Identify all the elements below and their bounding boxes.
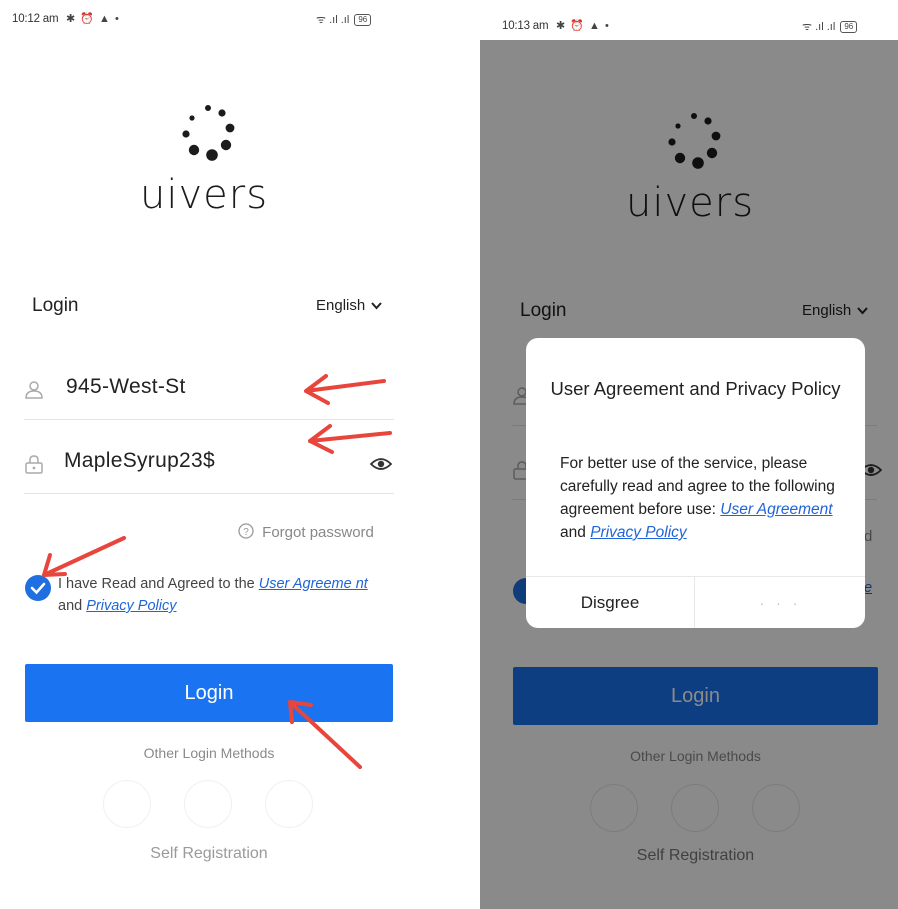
battery-icon: 96 (354, 14, 372, 27)
lock-icon (25, 455, 43, 474)
user-icon (25, 381, 43, 399)
logo-text: uivers (140, 172, 269, 218)
language-selector[interactable]: English (316, 297, 383, 314)
status-icons: ✱ ⏰ ▲ • (556, 20, 610, 32)
user-agreement-link[interactable]: User Agreeme nt (259, 576, 368, 592)
username-input[interactable]: 945-West-St (66, 375, 186, 399)
self-registration-link[interactable]: Self Registration (25, 845, 393, 863)
login-method-button[interactable] (103, 780, 151, 828)
status-bar: 10:12 am ✱ ⏰ ▲ • ᯤ .ıl .ıl 96 (0, 0, 430, 40)
login-method-button[interactable] (184, 780, 232, 828)
language-label: English (316, 297, 366, 314)
agree-checkbox[interactable] (25, 575, 51, 601)
signal-icons: ᯤ .ıl .ıl 96 (316, 12, 372, 27)
checkmark-icon (30, 582, 46, 595)
status-time: 10:12 am (12, 13, 59, 25)
dialog-privacy-policy-link[interactable]: Privacy Policy (590, 524, 686, 541)
status-icons: ✱ ⏰ ▲ • (66, 13, 120, 25)
agree-button[interactable]: · · · (696, 577, 865, 628)
dialog-and: and (560, 524, 586, 541)
agreement-and: and (58, 598, 83, 614)
signal-icon: ᯤ .ıl .ıl (316, 14, 350, 26)
login-screen-before: 10:12 am ✱ ⏰ ▲ • ᯤ .ıl .ıl 96 uivers Log… (0, 0, 430, 909)
help-circle-icon: ? (238, 523, 254, 539)
status-time: 10:13 am (502, 20, 549, 32)
password-input[interactable]: MapleSyrup23$ (64, 449, 215, 473)
arrow-to-checkbox (42, 536, 126, 577)
univers-logo: uivers (140, 100, 290, 220)
dialog-footer: Disgree · · · (526, 576, 865, 628)
login-screen-dialog: 10:13 am ✱ ⏰ ▲ • ᯤ .ıl .ıl 96 uivers Log… (480, 0, 898, 909)
login-button[interactable]: Login (25, 664, 393, 722)
dialog-body: For better use of the service, please ca… (560, 452, 835, 544)
eye-icon[interactable] (370, 456, 392, 472)
status-bar: 10:13 am ✱ ⏰ ▲ • ᯤ .ıl .ıl 96 (480, 0, 898, 40)
dialog-user-agreement-link[interactable]: User Agreement (720, 501, 832, 518)
battery-icon: 96 (840, 21, 858, 34)
agreement-prefix: I have Read and Agreed to the (58, 576, 255, 592)
username-field[interactable]: 945-West-St (24, 360, 394, 420)
password-field[interactable]: MapleSyrup23$ (24, 434, 394, 494)
other-login-methods-label: Other Login Methods (143, 745, 275, 761)
disagree-button[interactable]: Disgree (526, 577, 695, 628)
chevron-down-icon (371, 302, 383, 310)
signal-icons: ᯤ .ıl .ıl 96 (802, 19, 858, 34)
privacy-policy-link[interactable]: Privacy Policy (86, 598, 176, 614)
forgot-password-link[interactable]: ? Forgot password (238, 523, 374, 541)
svg-text:?: ? (243, 527, 249, 538)
dialog-title: User Agreement and Privacy Policy (550, 378, 841, 399)
login-method-button[interactable] (265, 780, 313, 828)
agreement-text: I have Read and Agreed to the User Agree… (58, 573, 390, 617)
logo-dots-icon (182, 105, 235, 161)
agreement-dialog: User Agreement and Privacy Policy For be… (526, 338, 865, 628)
login-heading: Login (32, 295, 79, 316)
signal-icon: ᯤ .ıl .ıl (802, 21, 836, 33)
forgot-password-label: Forgot password (262, 524, 374, 541)
